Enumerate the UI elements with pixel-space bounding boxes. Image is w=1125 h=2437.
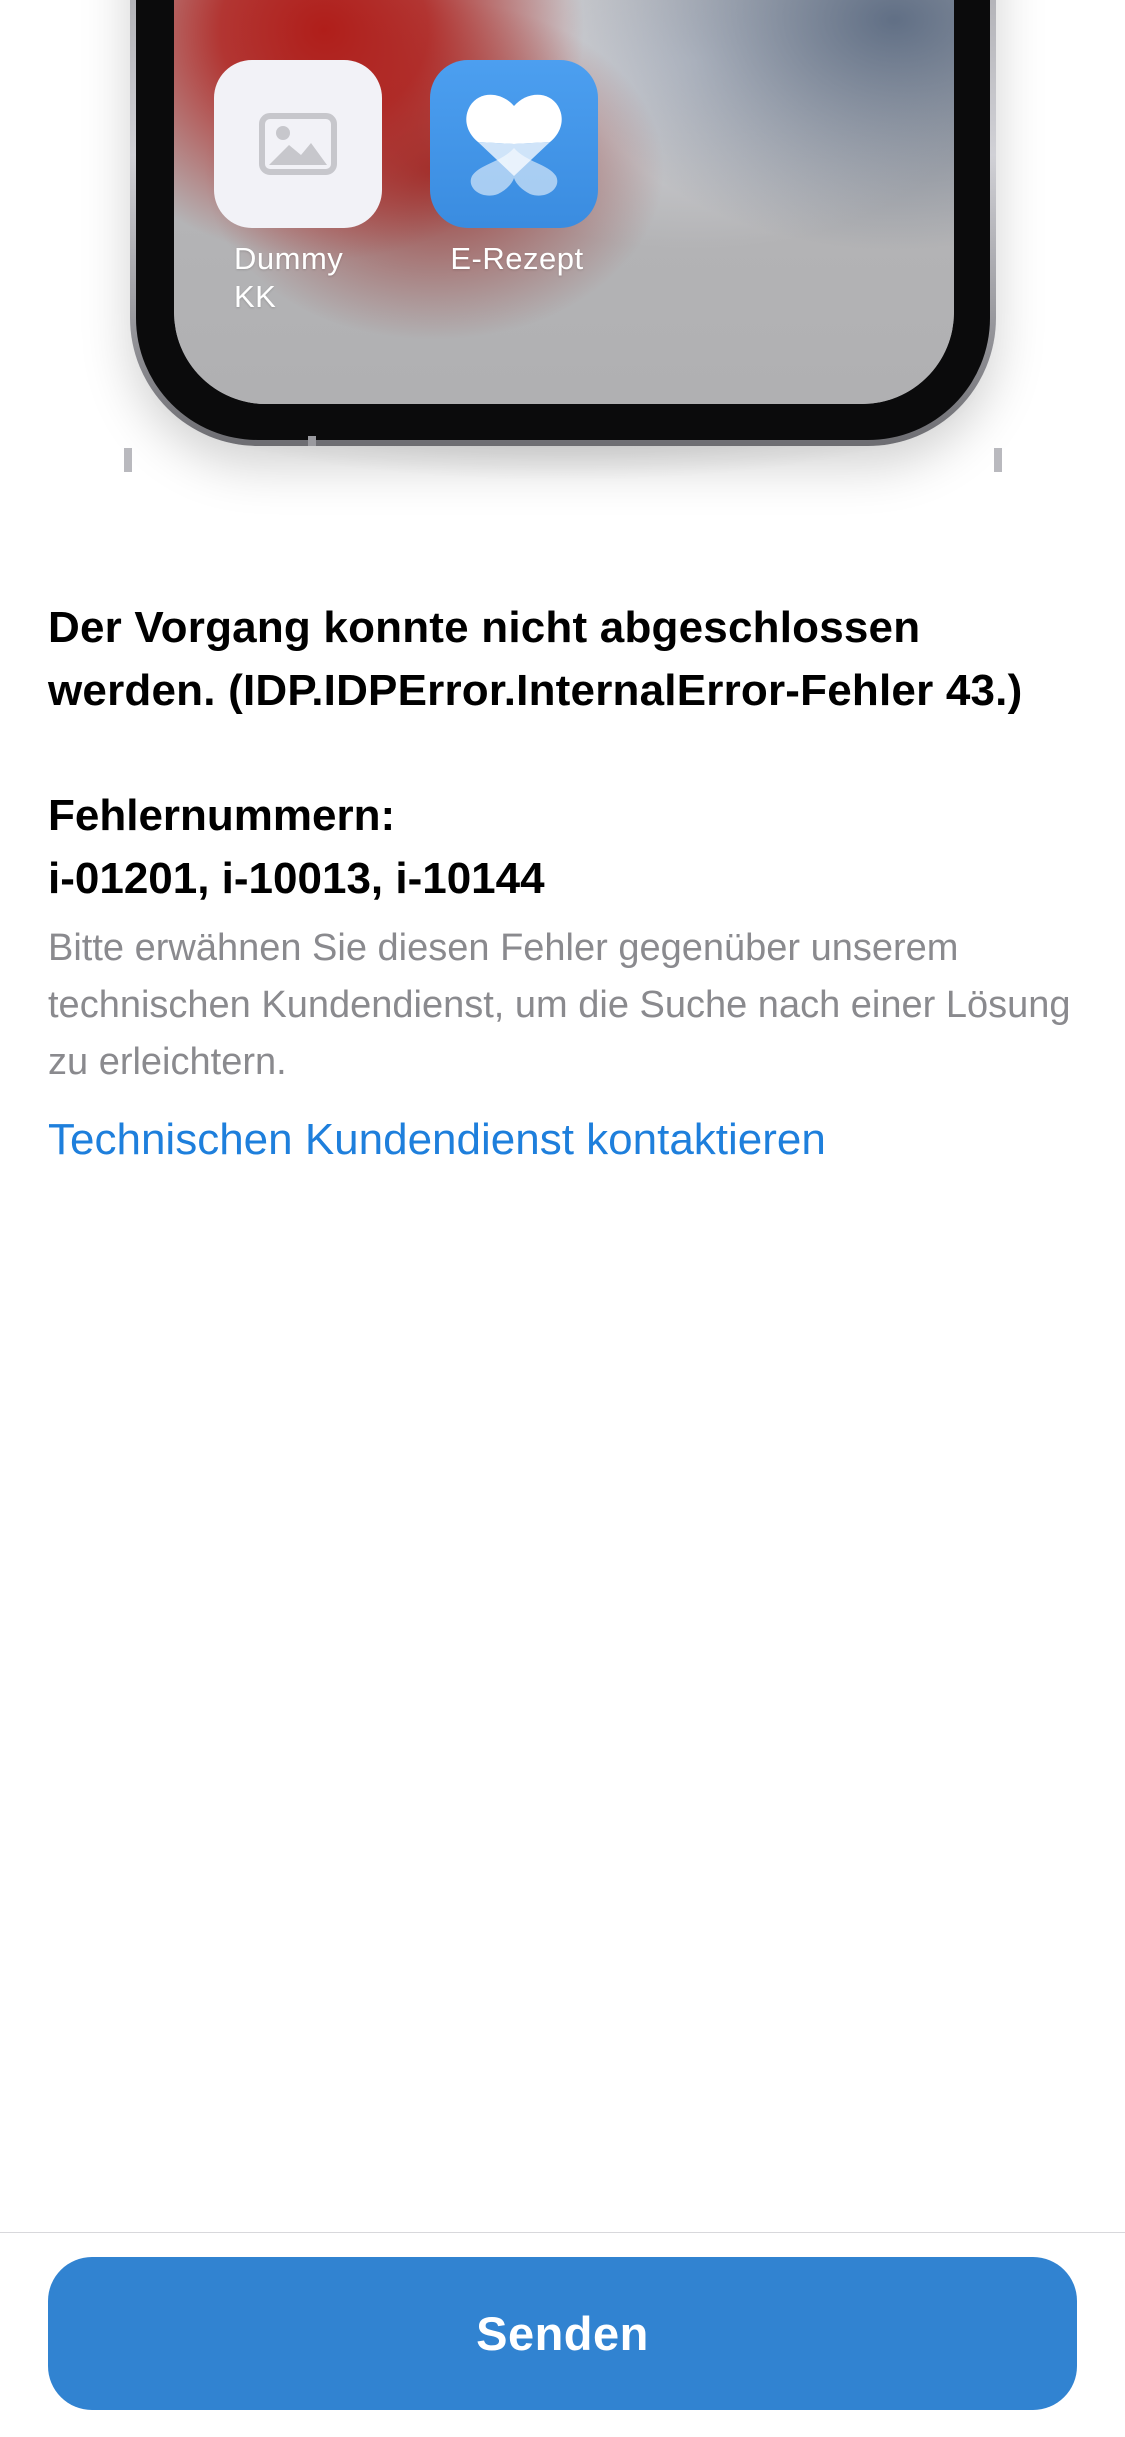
error-numbers: i-01201, i-10013, i-10144 xyxy=(48,854,545,903)
phone-side-button-right xyxy=(994,448,1002,472)
contact-support-link[interactable]: Technischen Kundendienst kontaktieren xyxy=(48,1109,826,1171)
phone-bottom-detail xyxy=(308,436,316,446)
error-message: Der Vorgang konnte nicht abgeschlossen w… xyxy=(48,603,1023,715)
image-placeholder-icon xyxy=(259,113,337,175)
phone-screen: Dummy KK E-Rezept xyxy=(174,0,954,404)
error-numbers-heading: Fehlernummern: xyxy=(48,791,396,840)
e-rezept-heart-icon xyxy=(466,94,562,196)
bottom-action-bar: Senden xyxy=(0,2232,1125,2437)
dummy-kk-app-icon xyxy=(214,60,382,228)
phone-side-button-left xyxy=(124,448,132,472)
error-content: Der Vorgang konnte nicht abgeschlossen w… xyxy=(48,596,1078,1171)
e-rezept-app-label: E-Rezept xyxy=(450,241,584,276)
phone-illustration: Dummy KK E-Rezept xyxy=(0,0,1125,540)
error-hint-text: Bitte erwähnen Sie diesen Fehler gegenüb… xyxy=(48,927,1071,1083)
send-button[interactable]: Senden xyxy=(48,2257,1077,2410)
dummy-kk-app-label: Dummy KK xyxy=(234,241,344,314)
e-rezept-app-icon xyxy=(430,60,598,228)
